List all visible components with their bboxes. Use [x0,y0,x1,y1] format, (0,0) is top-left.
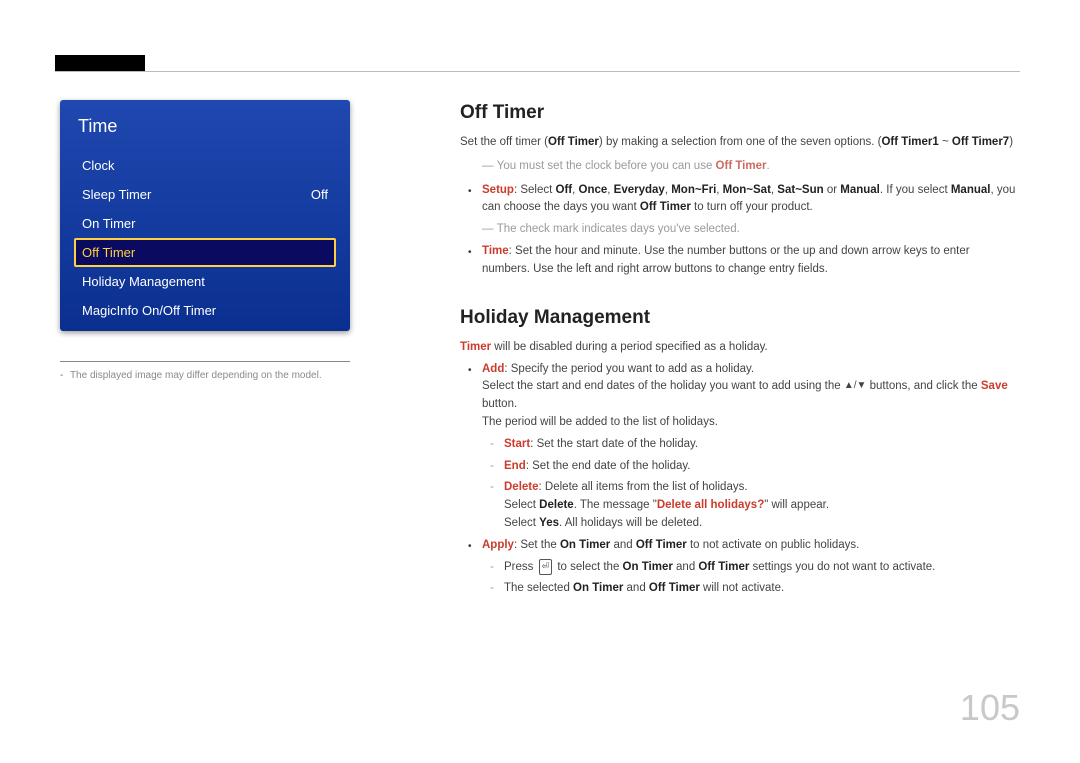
osd-menu-item-label: Holiday Management [82,274,205,289]
osd-menu-title: Time [74,114,336,139]
dash-icon: - [60,370,63,381]
osd-menu-item-magicinfo-timer[interactable]: MagicInfo On/Off Timer [74,296,336,325]
holiday-apply-sub-1: Press ⏎ to select the On Timer and Off T… [504,559,1020,577]
osd-menu-item-value: Off [311,187,328,202]
page-number: 105 [960,687,1020,729]
holiday-add-detail-1: Select the start and end dates of the ho… [482,378,1020,414]
holiday-add-detail-2: The period will be added to the list of … [482,414,1020,432]
holiday-apply-sub-2: The selected On Timer and Off Timer will… [504,580,1020,598]
dash-icon: ― [482,223,497,235]
holiday-delete-item: Delete: Delete all items from the list o… [504,479,1020,532]
image-disclaimer-footnote: - The displayed image may differ dependi… [60,361,350,381]
osd-menu-item-label: On Timer [82,216,135,231]
holiday-start-item: Start: Set the start date of the holiday… [504,436,1020,454]
holiday-delete-detail-1: Select Delete. The message "Delete all h… [504,497,1020,515]
off-timer-time-item: Time: Set the hour and minute. Use the n… [482,243,1020,279]
osd-menu-item-label: Sleep Timer [82,187,151,202]
osd-menu-panel: Time Clock Sleep Timer Off On Timer Off … [60,100,350,331]
osd-menu-item-sleep-timer[interactable]: Sleep Timer Off [74,180,336,209]
dash-icon: ― [482,160,497,172]
holiday-delete-detail-2: Select Yes. All holidays will be deleted… [504,515,1020,533]
footnote-text: The displayed image may differ depending… [70,370,322,381]
heading-off-timer: Off Timer [460,102,1020,124]
holiday-intro: Timer will be disabled during a period s… [460,339,1020,357]
holiday-end-item: End: Set the end date of the holiday. [504,458,1020,476]
holiday-apply-item: Apply: Set the On Timer and Off Timer to… [482,537,1020,598]
heading-holiday-management: Holiday Management [460,307,1020,329]
osd-menu-item-label: Clock [82,158,115,173]
osd-menu-item-label: Off Timer [82,245,135,260]
off-timer-setup-item: Setup: Select Off, Once, Everyday, Mon~F… [482,182,1020,239]
off-timer-intro: Set the off timer (Off Timer) by making … [460,134,1020,152]
osd-menu-item-holiday-management[interactable]: Holiday Management [74,267,336,296]
up-down-arrow-icon: ▲/▼ [844,381,867,392]
holiday-add-item: Add: Specify the period you want to add … [482,361,1020,533]
osd-menu-item-clock[interactable]: Clock [74,151,336,180]
osd-menu-item-on-timer[interactable]: On Timer [74,209,336,238]
osd-menu-item-label: MagicInfo On/Off Timer [82,303,216,318]
off-timer-clock-note: ― You must set the clock before you can … [482,158,1020,176]
off-timer-checkmark-note: ― The check mark indicates days you've s… [482,221,1020,239]
osd-menu-item-off-timer[interactable]: Off Timer [74,238,336,267]
enter-button-icon: ⏎ [539,559,553,575]
